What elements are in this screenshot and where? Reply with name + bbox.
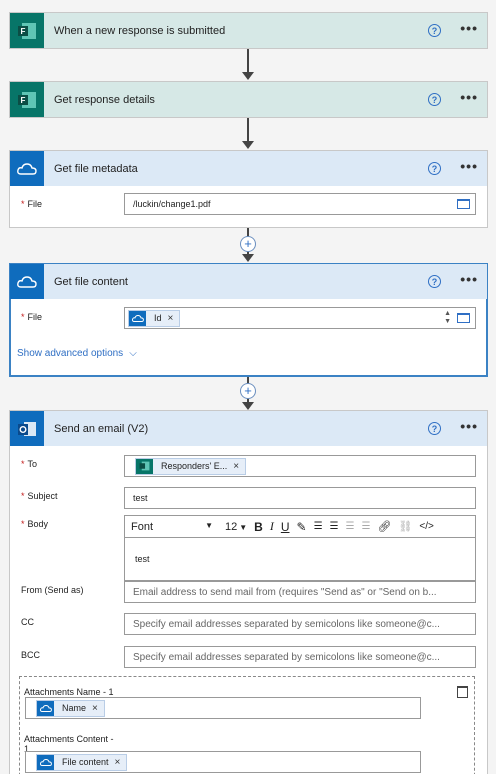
from-placeholder: Email address to send mail from (require… [133, 586, 437, 598]
subject-input[interactable]: test [124, 487, 476, 509]
more-options-icon[interactable]: ••• [460, 419, 478, 433]
connector-arrow [242, 141, 254, 149]
help-icon[interactable]: ? [428, 93, 441, 106]
help-icon[interactable]: ? [428, 275, 441, 288]
underline-button[interactable]: U [281, 520, 290, 534]
step-card-get-response[interactable]: F Get response details ? ••• [9, 81, 488, 118]
body-label: * Body [21, 519, 49, 529]
onedrive-icon [37, 700, 54, 716]
chevron-down-icon: ⌵ [129, 348, 137, 359]
subject-label: * Subject [21, 491, 58, 501]
attachments-name-label: Attachments Name - 1 [24, 687, 114, 697]
more-options-icon[interactable]: ••• [460, 159, 478, 173]
bullet-list-icon[interactable]: ☰ [314, 521, 323, 532]
token-label: File content [62, 757, 109, 767]
onedrive-icon [129, 310, 146, 326]
dynamic-token-file-content[interactable]: File content × [36, 753, 128, 771]
outdent-icon[interactable]: ☰ [361, 521, 370, 532]
bcc-input[interactable]: Specify email addresses separated by sem… [124, 646, 476, 668]
pen-icon[interactable]: ✎ [297, 520, 307, 534]
to-label: * To [21, 459, 38, 469]
dynamic-token-name[interactable]: Name × [36, 699, 105, 717]
insert-step-button[interactable]: + [240, 236, 256, 252]
step-title: Get response details [54, 93, 155, 106]
more-options-icon[interactable]: ••• [460, 21, 478, 35]
token-label: Responders' E... [161, 461, 228, 471]
dynamic-token-responders-email[interactable]: Responders' E... × [135, 457, 247, 475]
more-options-icon[interactable]: ••• [460, 90, 478, 104]
onedrive-icon [10, 151, 44, 186]
step-card-file-content[interactable]: Get file content ? ••• * File Id × ▲ ▼ Sho… [9, 263, 488, 377]
subject-value: test [133, 493, 148, 503]
help-icon[interactable]: ? [428, 422, 441, 435]
token-label: Id [154, 313, 162, 323]
outlook-icon [10, 411, 44, 446]
body-value: test [135, 554, 150, 564]
more-options-icon[interactable]: ••• [460, 272, 478, 286]
token-remove-icon[interactable]: × [168, 313, 174, 324]
connector-arrow [242, 72, 254, 80]
step-header[interactable]: F Get response details ? ••• [10, 82, 487, 117]
connector-arrow [242, 402, 254, 410]
connector-arrow [242, 254, 254, 262]
from-label: From (Send as) [21, 585, 84, 595]
cc-placeholder: Specify email addresses separated by sem… [133, 618, 440, 630]
step-title: Get file content [54, 275, 128, 288]
forms-icon: F [10, 82, 44, 117]
token-remove-icon[interactable]: × [233, 461, 239, 472]
step-header[interactable]: F When a new response is submitted ? ••• [10, 13, 487, 48]
show-advanced-options-link[interactable]: Show advanced options ⌵ [17, 348, 137, 359]
token-remove-icon[interactable]: × [115, 757, 121, 768]
help-icon[interactable]: ? [428, 24, 441, 37]
numbered-list-icon[interactable]: ☰ [330, 521, 339, 532]
attachments-content-input[interactable]: File content × [25, 751, 421, 773]
step-title: Send an email (V2) [54, 422, 149, 435]
step-header[interactable]: Get file content ? ••• [10, 264, 487, 299]
step-title: Get file metadata [54, 162, 138, 175]
help-icon[interactable]: ? [428, 162, 441, 175]
body-toolbar: Font ▼ 12 ▼ B I U ✎ ☰ ☰ ☰ ☰ 🔗︎ ⛓︎ </> [124, 515, 476, 537]
step-title: When a new response is submitted [54, 24, 226, 37]
file-value: /luckin/change1.pdf [133, 199, 211, 209]
insert-step-button[interactable]: + [240, 383, 256, 399]
bcc-label: BCC [21, 650, 41, 660]
dynamic-token-id[interactable]: Id × [128, 309, 181, 327]
file-label: * File [21, 199, 43, 209]
code-view-icon[interactable]: </> [419, 521, 433, 532]
forms-icon: F [10, 13, 44, 48]
font-select[interactable]: Font ▼ [131, 521, 213, 533]
stepper-icon[interactable]: ▲ ▼ [444, 310, 451, 326]
bold-button[interactable]: B [254, 520, 263, 534]
onedrive-icon [37, 754, 54, 770]
unlink-icon[interactable]: ⛓︎ [398, 520, 412, 533]
step-card-file-metadata[interactable]: Get file metadata ? ••• * File /luckin/ch… [9, 150, 488, 228]
folder-icon[interactable] [457, 313, 470, 323]
italic-button[interactable]: I [270, 519, 274, 534]
step-header[interactable]: Get file metadata ? ••• [10, 151, 487, 186]
folder-icon[interactable] [457, 199, 470, 209]
token-label: Name [62, 703, 87, 713]
onedrive-icon [10, 264, 44, 299]
svg-text:F: F [21, 27, 26, 36]
attachments-name-input[interactable]: Name × [25, 697, 421, 719]
cc-label: CC [21, 617, 34, 627]
indent-icon[interactable]: ☰ [346, 521, 355, 532]
link-icon[interactable]: 🔗︎ [377, 520, 391, 533]
from-input[interactable]: Email address to send mail from (require… [124, 581, 476, 603]
step-card-trigger[interactable]: F When a new response is submitted ? ••• [9, 12, 488, 49]
cc-input[interactable]: Specify email addresses separated by sem… [124, 613, 476, 635]
forms-icon [136, 458, 153, 474]
body-editor[interactable]: test [124, 537, 476, 581]
token-remove-icon[interactable]: × [92, 703, 98, 714]
file-input[interactable]: Id × ▲ ▼ [124, 307, 476, 329]
attachments-group: Attachments Name - 1 Name × Attachments … [19, 676, 475, 774]
file-input[interactable]: /luckin/change1.pdf [124, 193, 476, 215]
font-size-select[interactable]: 12 ▼ [225, 521, 247, 533]
to-input[interactable]: Responders' E... × [124, 455, 476, 477]
svg-text:F: F [21, 96, 26, 105]
delete-item-icon[interactable] [457, 686, 468, 698]
bcc-placeholder: Specify email addresses separated by sem… [133, 651, 440, 663]
step-header[interactable]: Send an email (V2) ? ••• [10, 411, 487, 446]
file-label: * File [21, 312, 43, 322]
